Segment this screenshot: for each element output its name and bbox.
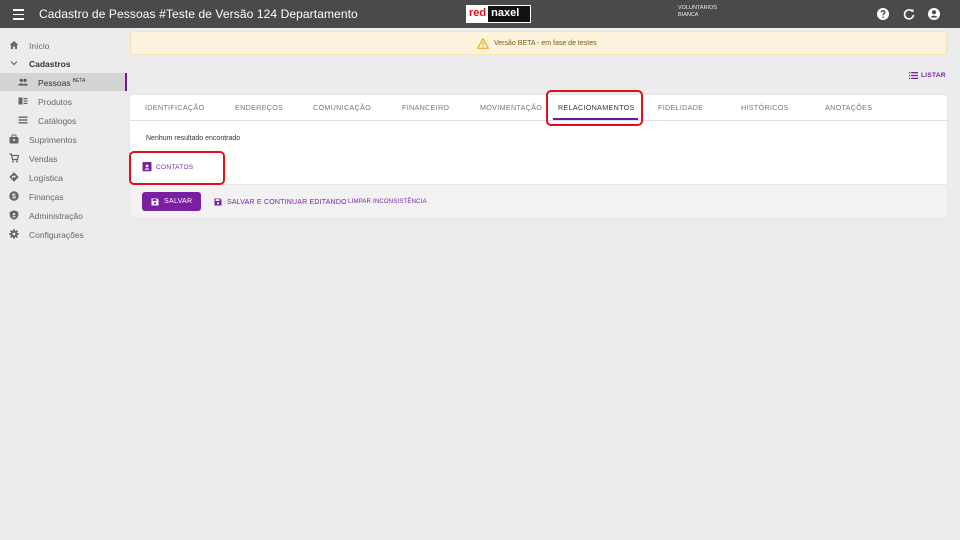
empty-result-message: Nenhum resultado encontrado: [146, 135, 241, 142]
contatos-button[interactable]: CONTATOS: [142, 162, 193, 172]
list-icon: [909, 72, 918, 79]
cart-icon: [9, 153, 19, 163]
sidebar-item-inicio[interactable]: Início: [0, 36, 127, 54]
user-name: BIANCA: [678, 12, 699, 18]
active-tab-indicator: [553, 118, 638, 120]
tab-enderecos[interactable]: ENDEREÇOS: [235, 103, 283, 112]
brand-logo: red naxel: [466, 5, 531, 23]
tab-financeiro[interactable]: FINANCEIRO: [402, 103, 449, 112]
tab-anotacoes[interactable]: ANOTAÇÕES: [825, 103, 872, 112]
supplies-icon: [9, 134, 19, 144]
sidebar: Início Cadastros Pessoas BETA Produtos Ca…: [0, 28, 127, 540]
help-icon[interactable]: [876, 7, 890, 21]
tab-bar: IDENTIFICAÇÃO ENDEREÇOS COMUNICAÇÃO FINA…: [130, 95, 947, 121]
sidebar-item-suprimentos[interactable]: Suprimentos: [0, 130, 127, 148]
form-actions: SALVAR SALVAR E CONTINUAR EDITANDO LIMPA…: [130, 184, 947, 218]
contatos-label: CONTATOS: [156, 163, 194, 171]
home-icon: [9, 41, 19, 49]
people-icon: [18, 78, 28, 86]
shield-icon: [9, 210, 19, 220]
sidebar-item-produtos[interactable]: Produtos: [0, 92, 127, 110]
beta-banner: Versão BETA - em fase de testes: [130, 31, 947, 55]
tab-fidelidade[interactable]: FIDELIDADE: [658, 103, 703, 112]
user-group: VOLUNTARIOS: [678, 5, 718, 11]
menu-icon[interactable]: [11, 6, 27, 22]
sidebar-item-configuracoes[interactable]: Configurações: [0, 225, 127, 243]
sidebar-item-pessoas[interactable]: Pessoas BETA: [0, 73, 127, 91]
tab-identificacao[interactable]: IDENTIFICAÇÃO: [145, 103, 204, 112]
save-continue-label: SALVAR E CONTINUAR EDITANDO: [227, 198, 347, 206]
sidebar-item-vendas[interactable]: Vendas: [0, 149, 127, 167]
list-icon: [18, 116, 28, 124]
beta-badge: BETA: [72, 78, 86, 85]
top-app-bar: Cadastro de Pessoas #Teste de Versão 124…: [0, 0, 960, 28]
tab-movimentacao[interactable]: MOVIMENTAÇÃO: [480, 103, 542, 112]
dollar-icon: $: [9, 191, 19, 201]
save-icon: [214, 198, 222, 206]
tab-comunicacao[interactable]: COMUNICAÇÃO: [313, 103, 371, 112]
save-button[interactable]: SALVAR: [142, 192, 201, 211]
sidebar-item-label: Pessoas: [38, 78, 71, 88]
svg-text:$: $: [12, 194, 16, 201]
tab-historicos[interactable]: HISTÓRICOS: [741, 103, 789, 112]
sidebar-item-administracao[interactable]: Administração: [0, 206, 127, 224]
contacts-icon: [142, 162, 152, 172]
gear-icon: [9, 229, 19, 239]
route-icon: [9, 172, 19, 182]
clear-inconsistency-button[interactable]: LIMPAR INCONSISTÊNCIA: [348, 199, 427, 205]
listar-label: LISTAR: [921, 72, 946, 79]
form-card: IDENTIFICAÇÃO ENDEREÇOS COMUNICAÇÃO FINA…: [130, 95, 947, 218]
refresh-icon[interactable]: [902, 7, 916, 21]
user-info: VOLUNTARIOS BIANCA: [678, 5, 717, 19]
save-icon: [151, 198, 159, 205]
account-icon[interactable]: [927, 7, 941, 21]
listar-button[interactable]: LISTAR: [909, 72, 946, 79]
save-label: SALVAR: [164, 198, 193, 205]
sidebar-item-cadastros[interactable]: Cadastros: [0, 54, 127, 72]
sidebar-item-financas[interactable]: $ Finanças: [0, 187, 127, 205]
save-continue-button[interactable]: SALVAR E CONTINUAR EDITANDO: [214, 198, 347, 206]
banner-text: Versão BETA - em fase de testes: [494, 40, 597, 47]
page-title: Cadastro de Pessoas #Teste de Versão 124…: [39, 7, 358, 21]
sidebar-item-catalogos[interactable]: Catálogos: [0, 111, 127, 129]
tab-relacionamentos[interactable]: RELACIONAMENTOS: [558, 103, 635, 112]
sidebar-item-logistica[interactable]: Logística: [0, 168, 127, 186]
products-icon: [18, 97, 28, 105]
warning-icon: [477, 38, 489, 49]
chevron-down-icon: [10, 61, 18, 66]
